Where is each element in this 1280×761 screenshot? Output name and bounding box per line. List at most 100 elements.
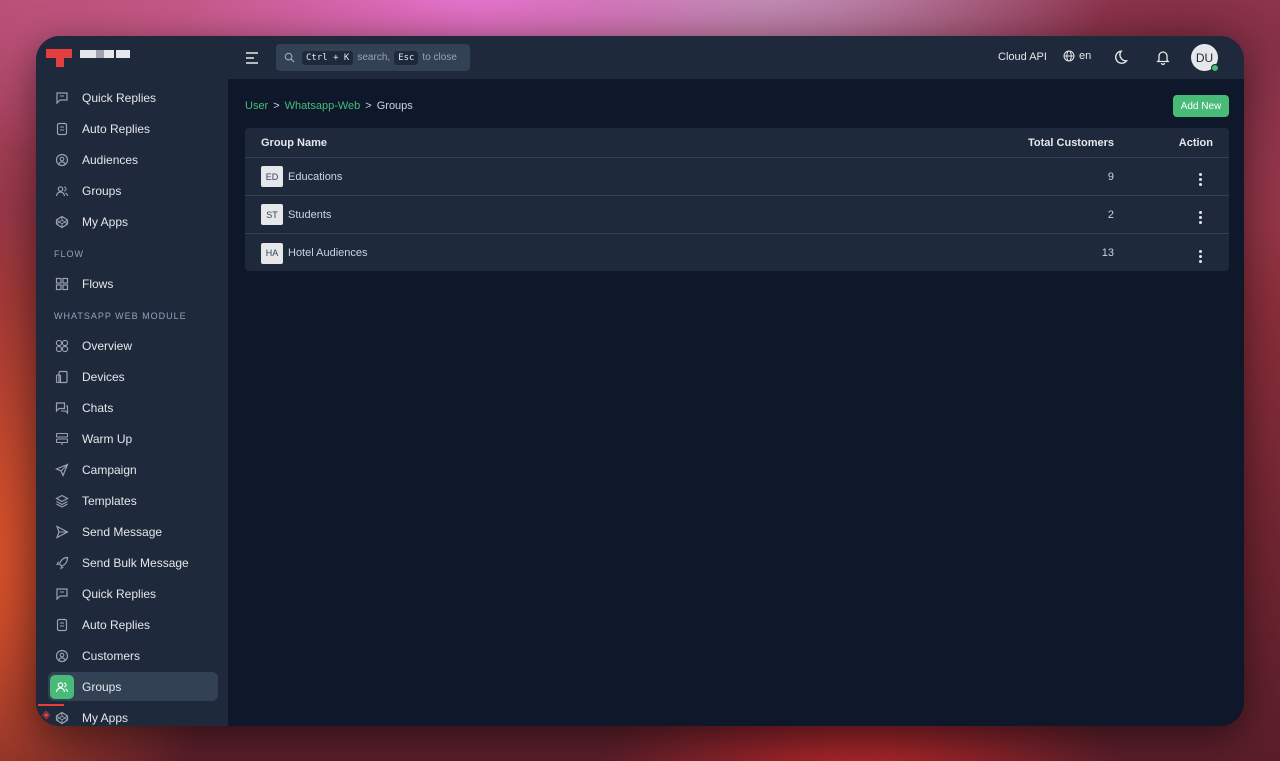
sidebar-item-label: Overview [82,338,133,353]
groups-table: Group Name Total Customers Action ED Educ… [245,128,1229,271]
sidebar-item-auto-replies[interactable]: Auto Replies [48,610,218,639]
sidebar-item-label: Campaign [82,462,137,477]
group-name: Students [288,208,332,221]
total-customers-cell: 2 [1107,208,1114,221]
sidebar-item-my-apps[interactable]: My Apps [48,703,218,726]
search-close-key: Esc [394,50,419,65]
sidebar-item-devices[interactable]: Devices [48,362,218,391]
sidebar-item-send-bulk-message[interactable]: Send Bulk Message [48,548,218,577]
group-name-cell: HA Hotel Audiences [245,242,985,264]
breadcrumb: User > Whatsapp-Web > Groups [245,100,413,112]
sidebar-section-heading: FLOW [54,249,84,259]
search-hint-text: search, [357,52,391,63]
sidebar-item-label: Groups [82,679,122,694]
breadcrumb-item[interactable]: Whatsapp-Web [285,100,361,112]
breadcrumb-separator: > [273,100,280,112]
search-icon [284,52,295,63]
group-name-cell: ED Educations [245,166,985,187]
file-text-icon [50,613,74,637]
top-header: Ctrl + K search, Esc to close Cloud API … [228,36,1244,79]
sidebar-item-label: Quick Replies [82,90,157,105]
bell-icon[interactable] [1154,48,1172,66]
cloud-api-link[interactable]: Cloud API [998,51,1047,63]
more-vertical-icon[interactable] [1194,173,1206,186]
group-name-cell: ST Students [245,204,985,225]
group-initials-avatar: HA [261,242,283,264]
codepen-icon [50,210,74,234]
send-icon [50,458,74,482]
sidebar-item-label: Groups [82,183,122,198]
sidebar-item-label: Flows [82,276,114,291]
sidebar-item-quick-replies[interactable]: Quick Replies [48,83,218,112]
sidebar-item-label: Audiences [82,152,139,167]
search-close-text: to close [422,52,457,63]
language-label: en [1079,50,1092,62]
user-circle-icon [50,644,74,668]
sidebar-item-quick-replies[interactable]: Quick Replies [48,579,218,608]
sidebar-item-label: Send Bulk Message [82,555,189,570]
breadcrumb-item[interactable]: User [245,100,268,112]
table-row: ST Students 2 [245,196,1229,234]
sidebar-item-chats[interactable]: Chats [48,393,218,422]
server-icon [50,427,74,451]
table-row: HA Hotel Audiences 13 [245,234,1229,271]
header-total-customers: Total Customers [1028,136,1114,149]
total-customers-cell: 13 [1101,247,1114,259]
play-send-icon [50,520,74,544]
action-cell [1114,244,1229,263]
file-text-icon [50,117,74,141]
devices-icon [50,365,74,389]
avatar-initials: DU [1195,50,1214,65]
sidebar-item-label: Send Message [82,524,163,539]
header-action: Action [1178,136,1213,149]
layers-icon [50,489,74,513]
sidebar-item-audiences[interactable]: Audiences [48,145,218,174]
table-body: ED Educations 9 ST Students 2 HA Hotel Audience… [245,158,1229,271]
brand-logo[interactable] [46,49,136,67]
sidebar-nav: Quick Replies Auto Replies Audiences Groups… [48,83,218,726]
sidebar-item-label: Templates [82,493,137,508]
online-status-dot [1211,64,1219,72]
sidebar-item-label: Warm Up [82,431,133,446]
sidebar-item-label: Chats [82,400,114,415]
total-customers-cell: 9 [1107,170,1114,183]
sidebar-item-label: Auto Replies [82,121,151,136]
language-selector[interactable]: en [1063,50,1091,62]
breadcrumb-item: Groups [376,100,413,112]
bottom-brand-icon: ◈ [38,704,64,726]
sidebar-item-warm-up[interactable]: Warm Up [48,424,218,453]
search-shortcut-key: Ctrl + K [302,50,354,65]
group-initials-avatar: ST [261,204,283,225]
user-circle-icon [50,148,74,172]
sidebar-section-heading: WHATSAPP WEB MODULE [54,311,187,321]
sidebar-item-customers[interactable]: Customers [48,641,218,670]
moon-icon[interactable] [1114,48,1132,66]
sidebar-item-my-apps[interactable]: My Apps [48,207,218,236]
sidebar-item-label: My Apps [82,214,129,229]
sidebar-item-label: My Apps [82,710,129,725]
sidebar-item-label: Devices [82,369,125,384]
more-vertical-icon[interactable] [1194,249,1206,263]
rocket-icon [50,551,74,575]
sidebar-item-auto-replies[interactable]: Auto Replies [48,114,218,143]
user-avatar[interactable]: DU [1191,44,1219,72]
add-new-button[interactable]: Add New [1173,95,1229,117]
sidebar-item-label: Auto Replies [82,617,151,632]
users-icon [50,674,74,699]
app-window: Quick Replies Auto Replies Audiences Groups… [36,36,1244,726]
sidebar-item-flows[interactable]: Flows [48,269,218,298]
menu-toggle-icon[interactable] [242,48,262,68]
sidebar-item-groups[interactable]: Groups [48,176,218,205]
sidebar-item-send-message[interactable]: Send Message [48,517,218,546]
more-vertical-icon[interactable] [1194,211,1206,224]
users-icon [50,179,74,203]
sidebar-item-templates[interactable]: Templates [48,486,218,515]
sidebar-item-label: Quick Replies [82,586,157,601]
message-square-icon [50,582,74,606]
search-input[interactable]: Ctrl + K search, Esc to close [276,44,470,71]
sidebar-item-campaign[interactable]: Campaign [48,455,218,484]
sidebar-item-overview[interactable]: Overview [48,331,218,360]
circles-grid-icon [50,334,74,358]
sidebar-item-groups[interactable]: Groups [48,672,218,701]
group-name: Hotel Audiences [288,247,368,259]
